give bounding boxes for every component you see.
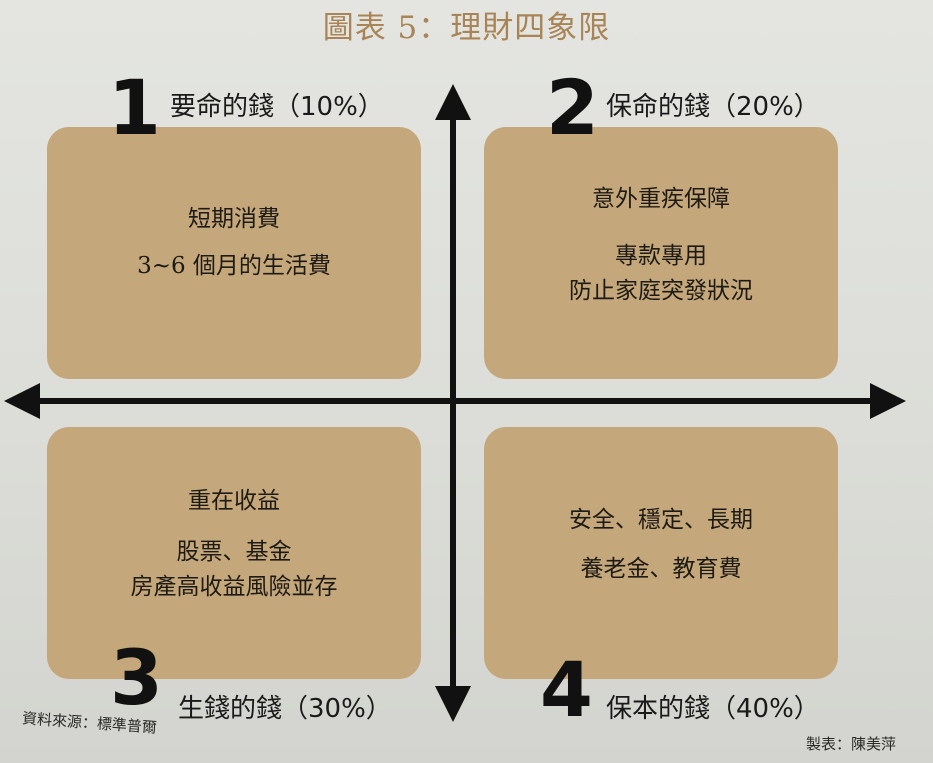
quadrant-3-line-1: 重在收益	[188, 488, 280, 514]
quadrant-2-number: 2	[546, 63, 599, 152]
author-credit: 製表：陳美萍	[806, 735, 897, 753]
quadrant-3-line-3: 房產高收益風險並存	[130, 574, 338, 600]
quadrant-1-line-2: 3~6 個月的生活費	[137, 253, 331, 279]
quadrant-3-line-2: 股票、基金	[176, 539, 292, 565]
quadrant-2-line-3: 防止家庭突發狀況	[569, 278, 753, 304]
quadrant-4-line-2: 養老金、教育費	[580, 556, 742, 582]
quadrant-3-box: 重在收益 股票、基金 房產高收益風險並存	[47, 427, 421, 679]
quadrant-4-box: 安全、穩定、長期 養老金、教育費	[484, 427, 838, 679]
quadrant-4-label: 保本的錢（40%）	[606, 694, 820, 724]
quadrant-1-line-1: 短期消費	[188, 206, 280, 232]
quadrant-1-label: 要命的錢（10%）	[170, 92, 384, 122]
quadrant-4-number: 4	[540, 645, 593, 734]
quadrant-2-box: 意外重疾保障 專款專用 防止家庭突發狀況	[484, 127, 838, 379]
quadrant-3-number: 3	[110, 633, 163, 722]
quadrant-2-line-1: 意外重疾保障	[592, 186, 730, 212]
quadrant-3-label: 生錢的錢（30%）	[178, 694, 392, 724]
quadrant-1-box: 短期消費 3~6 個月的生活費	[47, 127, 421, 379]
quadrant-2-line-2: 專款專用	[615, 243, 707, 269]
quadrant-1-number: 1	[108, 63, 161, 152]
quadrant-4-line-1: 安全、穩定、長期	[569, 507, 753, 533]
quadrant-2-label: 保命的錢（20%）	[606, 92, 820, 122]
